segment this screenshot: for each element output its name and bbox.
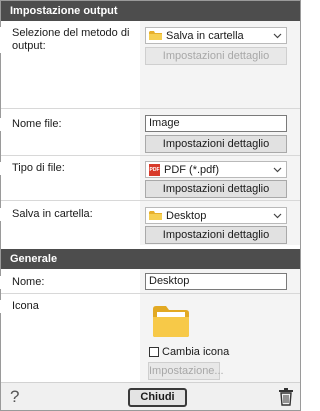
icon-label: Icona [0, 300, 140, 313]
chevron-down-icon [273, 167, 282, 173]
method-details-button[interactable]: Impostazioni dettaglio [145, 47, 287, 65]
method-select[interactable]: Salva in cartella [145, 27, 287, 44]
chevron-down-icon [273, 33, 282, 39]
change-icon-checkbox[interactable] [149, 347, 159, 357]
icon-settings-button[interactable]: Impostazione... [148, 362, 224, 380]
filetype-label: Tipo di file: [0, 162, 140, 175]
filename-label: Nome file: [0, 118, 140, 131]
savefolder-select[interactable]: Desktop [145, 207, 287, 224]
folder-icon [153, 306, 189, 337]
pdf-icon: PDF [149, 163, 160, 176]
filetype-select-value: PDF (*.pdf) [164, 163, 220, 176]
filename-details-button[interactable]: Impostazioni dettaglio [145, 135, 287, 153]
folder-icon [149, 211, 162, 220]
row-divider [1, 155, 300, 156]
help-icon[interactable]: ? [10, 387, 19, 407]
filename-input[interactable]: Image [145, 115, 287, 132]
name-label: Nome: [0, 276, 140, 289]
change-icon-label: Cambia icona [162, 346, 230, 358]
savefolder-label: Salva in cartella: [0, 208, 140, 221]
savefolder-select-value: Desktop [166, 209, 207, 222]
method-select-value: Salva in cartella [166, 29, 244, 42]
filetype-details-button[interactable]: Impostazioni dettaglio [145, 180, 287, 198]
row-divider [1, 293, 300, 294]
method-label: Selezione del metodo di output: [0, 27, 140, 53]
close-button[interactable]: Chiudi [128, 388, 187, 407]
savefolder-details-button[interactable]: Impostazioni dettaglio [145, 226, 287, 244]
row-divider [1, 200, 300, 201]
trash-icon[interactable] [279, 388, 293, 406]
folder-icon [149, 31, 162, 40]
row-divider [1, 108, 300, 109]
dialog-footer: ? Chiudi [1, 382, 300, 410]
section-header-output: Impostazione output [1, 1, 300, 21]
name-input[interactable]: Desktop [145, 273, 287, 290]
filetype-select[interactable]: PDF PDF (*.pdf) [145, 161, 287, 178]
chevron-down-icon [273, 213, 282, 219]
section-header-general: Generale [1, 249, 300, 269]
